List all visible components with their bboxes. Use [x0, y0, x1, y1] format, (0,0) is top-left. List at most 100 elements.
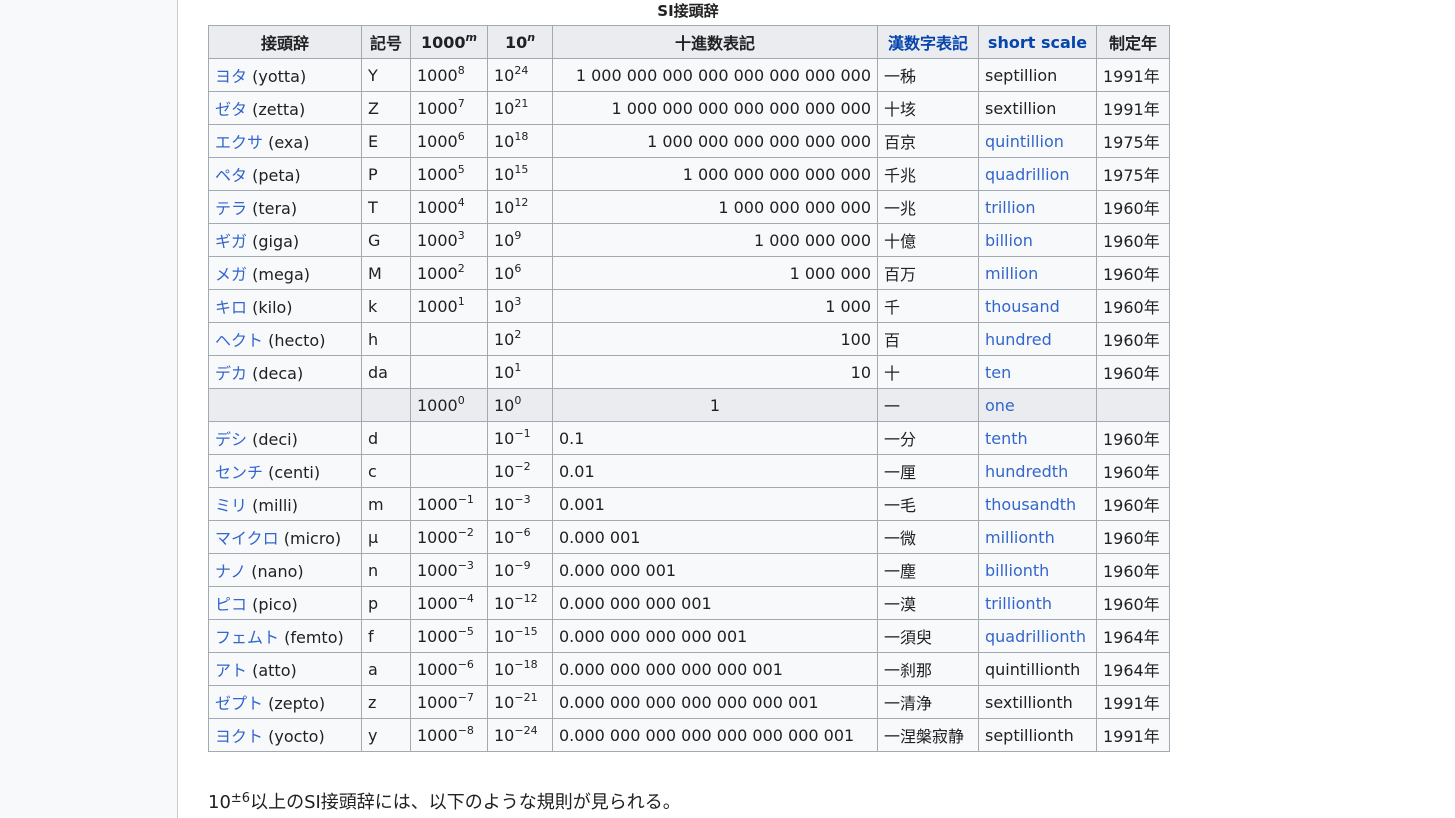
pow1000-exp: 5: [457, 162, 465, 176]
year-cell: 1991年: [1096, 718, 1170, 752]
header-short-scale-link[interactable]: short scale: [978, 25, 1097, 59]
prefix-cell: メガ (mega): [208, 256, 362, 290]
prefix-link[interactable]: ミリ: [215, 496, 247, 515]
short-scale-value[interactable]: hundred: [985, 330, 1052, 349]
prefix-link[interactable]: ヨタ: [215, 67, 247, 86]
prefix-link[interactable]: デカ: [215, 364, 247, 383]
prefix-link[interactable]: アト: [215, 661, 247, 680]
prefix-link[interactable]: ペタ: [215, 166, 247, 185]
prefix-link[interactable]: フェムト: [215, 628, 279, 647]
prefix-link[interactable]: メガ: [215, 265, 247, 284]
short-scale-cell: tenth: [978, 421, 1097, 455]
short-scale-value[interactable]: billion: [985, 231, 1033, 250]
pow1000-cell: 10007: [410, 91, 488, 125]
pow10-base: 10: [494, 329, 515, 349]
table-row: センチ (centi) c 10−2 0.01 一厘 hundredth 1960年: [208, 454, 1170, 488]
prefix-roman: (micro): [283, 529, 342, 548]
short-scale-value[interactable]: tenth: [985, 429, 1028, 448]
short-scale-cell: one: [978, 388, 1097, 422]
short-scale-value[interactable]: thousandth: [985, 495, 1076, 514]
short-scale-value[interactable]: quadrillionth: [985, 627, 1086, 646]
pow10-exp: 12: [514, 195, 529, 209]
decimal-cell: 1 000 000 000 000 000 000 000: [552, 91, 878, 125]
short-scale-value[interactable]: trillion: [985, 198, 1036, 217]
pow10-cell: 106: [487, 256, 553, 290]
prefix-cell: ゼタ (zetta): [208, 91, 362, 125]
prefix-link[interactable]: ナノ: [215, 562, 246, 581]
pow10-cell: 10−24: [487, 718, 553, 752]
prefix-link[interactable]: ヘクト: [215, 331, 263, 350]
prefix-roman: (deci): [252, 430, 298, 449]
prefix-link[interactable]: センチ: [215, 463, 263, 482]
short-scale-value[interactable]: quintillion: [985, 132, 1064, 151]
short-scale-value[interactable]: millionth: [985, 528, 1055, 547]
prefix-link[interactable]: デシ: [215, 430, 247, 449]
pow1000-exp: 0: [457, 393, 465, 407]
pow10-cell: 1024: [487, 58, 553, 92]
short-scale-value[interactable]: quadrillion: [985, 165, 1070, 184]
prefix-roman: (zetta): [252, 100, 306, 119]
pow1000-base: 1000: [417, 527, 458, 547]
prefix-link[interactable]: キロ: [215, 298, 247, 317]
short-scale-value[interactable]: million: [985, 264, 1038, 283]
pow1000-base: 1000: [417, 725, 458, 745]
table-row: ヨクト (yocto) y 1000−8 10−24 0.000 000 000 000…: [208, 718, 1170, 752]
pow1000-exp: 7: [457, 96, 465, 110]
pow10-cell: 10−1: [487, 421, 553, 455]
table-row: ゼプト (zepto) z 1000−7 10−21 0.000 000 000 000…: [208, 685, 1170, 719]
short-scale-value[interactable]: billionth: [985, 561, 1049, 580]
prefix-roman: (nano): [251, 562, 304, 581]
header-kanji-link[interactable]: 漢数字表記: [877, 25, 979, 59]
symbol-cell: Y: [361, 58, 411, 92]
short-scale-value[interactable]: hundredth: [985, 462, 1068, 481]
decimal-cell: 0.001: [552, 487, 878, 521]
prefix-cell: ヨクト (yocto): [208, 718, 362, 752]
prefix-cell: デカ (deca): [208, 355, 362, 389]
pow1000-base: 1000: [417, 626, 458, 646]
pow1000-exp: −5: [457, 624, 474, 638]
prefix-link[interactable]: テラ: [215, 199, 247, 218]
short-scale-cell: sextillionth: [978, 685, 1097, 719]
pow1000-exp: 2: [457, 261, 465, 275]
short-scale-cell: million: [978, 256, 1097, 290]
prefix-link[interactable]: ギガ: [215, 232, 247, 251]
pow10-base: 10: [494, 461, 515, 481]
pow1000-base: 1000: [417, 692, 458, 712]
pow1000-cell: 10008: [410, 58, 488, 92]
prefix-link[interactable]: エクサ: [215, 133, 263, 152]
symbol-cell: k: [361, 289, 411, 323]
prefix-link[interactable]: マイクロ: [215, 529, 279, 548]
pow1000-exp: 4: [457, 195, 465, 209]
pow1000-exp: −3: [457, 558, 474, 572]
short-scale-value[interactable]: ten: [985, 363, 1011, 382]
prefix-link[interactable]: ヨクト: [215, 727, 263, 746]
pow1000-exp: 8: [457, 63, 465, 77]
short-scale-value[interactable]: one: [985, 396, 1015, 415]
pow1000-cell: 10003: [410, 223, 488, 257]
pow1000-exp: 1: [457, 294, 465, 308]
decimal-cell: 0.000 000 000 000 001: [552, 619, 878, 653]
short-scale-value[interactable]: trillionth: [985, 594, 1052, 613]
pow1000-base: 1000: [417, 494, 458, 514]
pow1000-base: 1000: [417, 197, 458, 217]
prefix-link[interactable]: ゼタ: [215, 100, 247, 119]
pow1000-exp: 3: [457, 228, 465, 242]
symbol-cell: E: [361, 124, 411, 158]
pow10-exp: −3: [514, 492, 531, 506]
kanji-cell: 一: [877, 388, 979, 422]
symbol-cell: f: [361, 619, 411, 653]
symbol-cell: [361, 388, 411, 422]
prefix-roman: (hecto): [268, 331, 326, 350]
prefix-link[interactable]: ゼプト: [215, 694, 263, 713]
header-10n: 10n: [487, 25, 553, 59]
symbol-cell: n: [361, 553, 411, 587]
pow10-exp: 2: [514, 327, 522, 341]
pow10-exp: −6: [514, 525, 531, 539]
pow10-exp: −1: [514, 426, 531, 440]
prefix-cell: ギガ (giga): [208, 223, 362, 257]
prefix-link[interactable]: ピコ: [215, 595, 247, 614]
decimal-cell: 1 000 000: [552, 256, 878, 290]
kanji-cell: 十億: [877, 223, 979, 257]
prefix-roman: (exa): [268, 133, 310, 152]
short-scale-value[interactable]: thousand: [985, 297, 1060, 316]
